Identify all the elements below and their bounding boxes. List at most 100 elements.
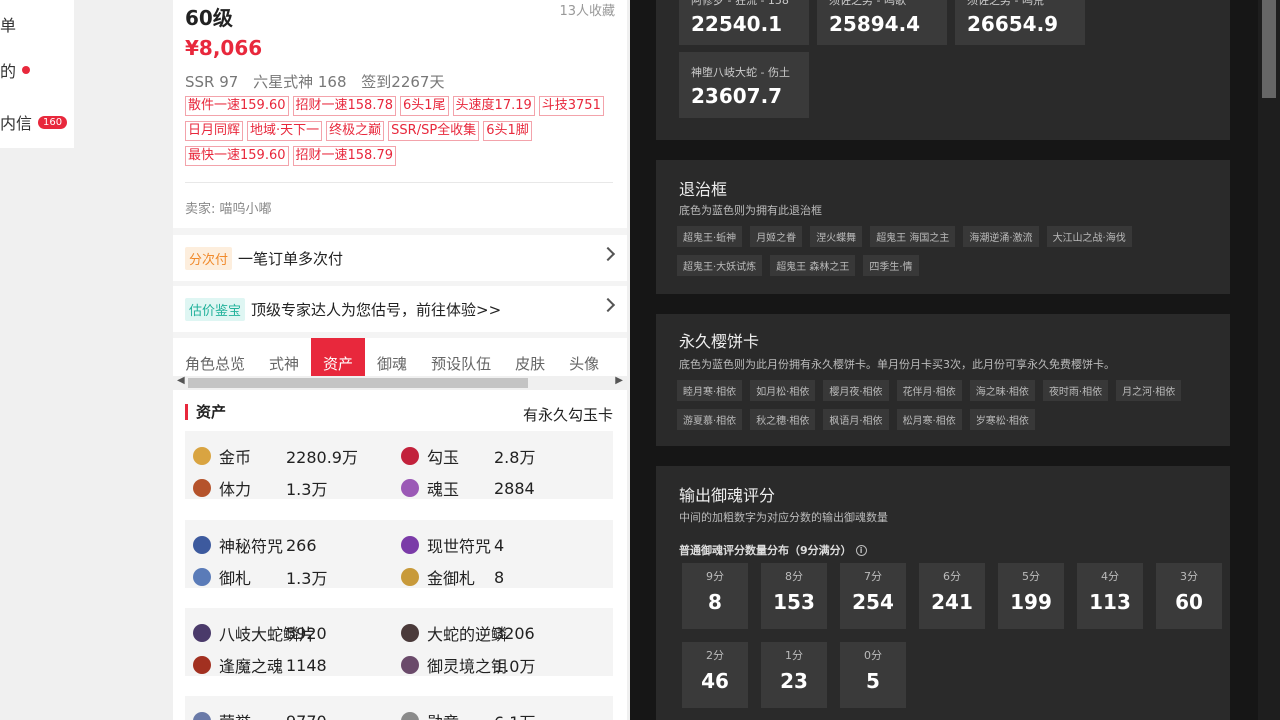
frame-chip[interactable]: 涅火蝶舞	[810, 226, 863, 247]
sidebar-item-messages[interactable]: 内信 160	[0, 110, 68, 134]
soul-score-label: 9分	[706, 570, 724, 583]
asset-item-icon	[193, 536, 211, 554]
soul-score-box: 2分 46	[682, 642, 748, 708]
sakura-card-chip[interactable]: 枫语月·相依	[823, 409, 889, 430]
asset-name: 现世符咒	[427, 537, 492, 556]
soul-score-value: 199	[1010, 590, 1052, 614]
tab-assets[interactable]: 资产	[311, 338, 366, 376]
info-icon[interactable]: i	[855, 545, 867, 556]
stat-signin: 签到2267天	[361, 73, 445, 91]
product-panel: 60级 13人收藏 ¥8,066 SSR 97 六星式神 168 签到2267天…	[173, 0, 627, 720]
frame-chip[interactable]: 大江山之战·海伐	[1046, 226, 1132, 247]
sakura-card-chip[interactable]: 如月松·相依	[750, 380, 816, 401]
sakura-card-chip[interactable]: 夜时雨·相依	[1042, 380, 1109, 401]
tab-shikigami[interactable]: 式神	[257, 338, 311, 376]
page-scrollbar[interactable]	[1258, 0, 1280, 720]
sakura-card-chip[interactable]: 岁寒松·相依	[969, 409, 1035, 430]
damage-card: 阿修罗 - 狂流 - 158 22540.1 须佐之男 - 鸣歌 25894.4…	[656, 0, 1230, 140]
sakura-card-chip[interactable]: 松月寒·相依	[896, 409, 962, 430]
scroll-right-icon[interactable]: ▶	[615, 375, 623, 386]
soul-score-box: 5分 199	[998, 563, 1064, 629]
frame-chip[interactable]: 月姬之眷	[750, 226, 803, 247]
assets-section: 资产 有永久勾玉卡 金币 2280.9万 勾玉 2.8万 体力 1.3万 魂玉 2884 神秘符…	[173, 390, 627, 720]
sakura-card-chip[interactable]: 睦月寒·相依	[677, 380, 743, 401]
seller-name[interactable]: 卖家: 喵呜小嘟	[185, 198, 272, 217]
asset-value: 1148	[286, 655, 327, 675]
asset-group: 金币 2280.9万 勾玉 2.8万 体力 1.3万 魂玉 2884	[185, 431, 613, 499]
frame-chip[interactable]: 海潮逆涌·激流	[963, 226, 1039, 247]
asset-value: 5920	[286, 623, 327, 643]
stat-six-star: 六星式神 168	[253, 73, 347, 91]
frames-subtitle: 底色为蓝色则为拥有此退治框	[679, 204, 822, 217]
frame-chip[interactable]: 四季生·情	[863, 255, 919, 276]
tab-preset-team[interactable]: 预设队伍	[419, 338, 503, 376]
feature-tag: SSR/SP全收集	[388, 121, 480, 141]
sidebar: 单 的 内信 160	[0, 0, 74, 148]
scrollbar-thumb[interactable]	[188, 378, 528, 388]
sidebar-item-orders[interactable]: 单	[0, 12, 16, 36]
asset-item: 御灵境之钥 1.0万	[401, 653, 601, 677]
sakura-card-chip[interactable]: 海之昧·相依	[969, 380, 1035, 401]
damage-stat-value: 22540.1	[691, 12, 783, 36]
frame-chip[interactable]: 超鬼王·蚯神	[677, 226, 743, 247]
feature-tag: 地域·天下一	[247, 121, 323, 141]
product-summary-card: 60级 13人收藏 ¥8,066 SSR 97 六星式神 168 签到2267天…	[173, 0, 627, 228]
damage-stat-value: 25894.4	[829, 12, 921, 36]
feature-tag: 头速度17.19	[452, 96, 535, 116]
assets-title: 资产	[185, 404, 226, 420]
soul-score-label: 0分	[864, 649, 882, 662]
tab-avatar[interactable]: 头像	[557, 338, 611, 376]
asset-item-icon	[401, 536, 419, 554]
sakura-card-chip[interactable]: 游夏慕·相依	[677, 409, 743, 430]
favorite-count[interactable]: 13人收藏	[559, 0, 615, 19]
sidebar-item-mine[interactable]: 的	[0, 58, 31, 82]
account-detail-dark-panel: 阿修罗 - 狂流 - 158 22540.1 须佐之男 - 鸣歌 25894.4…	[630, 0, 1280, 720]
soul-score-value: 254	[852, 590, 894, 614]
account-level: 60级	[185, 6, 233, 30]
asset-value: 2884	[494, 478, 535, 498]
tab-mitama[interactable]: 御魂	[365, 338, 419, 376]
installment-row[interactable]: 分次付 一笔订单多次付	[173, 235, 627, 281]
asset-value: 2280.9万	[286, 448, 358, 467]
asset-item-icon	[401, 568, 419, 586]
tab-overview[interactable]: 角色总览	[173, 338, 257, 376]
asset-item: 御札 1.3万	[193, 565, 393, 589]
asset-item: 金御札 8	[401, 565, 601, 589]
score-distribution-text: 普通御魂评分数量分布（9分满分）	[679, 544, 852, 557]
asset-item: 勋章 6.1万	[401, 709, 601, 720]
soul-score-label: 2分	[706, 649, 724, 662]
asset-group: 荣誉 9770 勋章 6.1万	[185, 696, 613, 720]
soul-score-label: 8分	[785, 570, 803, 583]
sakura-card-chip[interactable]: 花伴月·相依	[896, 380, 962, 401]
damage-stat-value: 23607.7	[691, 84, 783, 108]
damage-stat: 须佐之男 - 鸣荒 26654.9	[955, 0, 1085, 45]
asset-value: 1.3万	[286, 480, 328, 499]
asset-item-icon	[401, 712, 419, 720]
scroll-left-icon[interactable]: ◀	[177, 375, 185, 386]
frame-chip[interactable]: 超鬼王·大妖试炼	[677, 255, 763, 276]
frame-chip[interactable]: 超鬼王 森林之王	[770, 255, 856, 276]
feature-tag: 招财一速158.79	[292, 146, 396, 166]
asset-value: 9770	[286, 712, 327, 720]
damage-stat-label: 神堕八岐大蛇 - 伤土	[691, 66, 790, 79]
sakura-card-chip[interactable]: 樱月夜·相依	[823, 380, 889, 401]
appraisal-row[interactable]: 估价鉴宝 顶级专家达人为您估号，前往体验>>	[173, 286, 627, 332]
soul-score-label: 3分	[1180, 570, 1198, 583]
asset-item-icon	[193, 712, 211, 720]
sakura-card-chip[interactable]: 秋之穗·相依	[750, 409, 816, 430]
damage-stat-label: 须佐之男 - 鸣歌	[829, 0, 906, 7]
frame-chip[interactable]: 超鬼王 海国之主	[870, 226, 956, 247]
sakura-card-chip[interactable]: 月之河·相依	[1116, 380, 1182, 401]
asset-name: 勾玉	[427, 448, 460, 467]
asset-group: 神秘符咒 266 现世符咒 4 御札 1.3万 金御札 8	[185, 520, 613, 588]
tab-skins[interactable]: 皮肤	[503, 338, 557, 376]
installment-text: 一笔订单多次付	[238, 249, 344, 268]
asset-name: 逢魔之魂	[219, 657, 284, 676]
notification-dot	[22, 66, 31, 74]
scrollbar-thumb[interactable]	[1262, 0, 1276, 98]
appraisal-text: 顶级专家达人为您估号，前往体验>>	[251, 300, 502, 319]
soul-score-label: 5分	[1022, 570, 1040, 583]
tabs-scrollbar[interactable]: ◀ ▶	[173, 375, 627, 390]
soul-score-value: 153	[773, 590, 815, 614]
asset-name: 勋章	[427, 709, 459, 720]
